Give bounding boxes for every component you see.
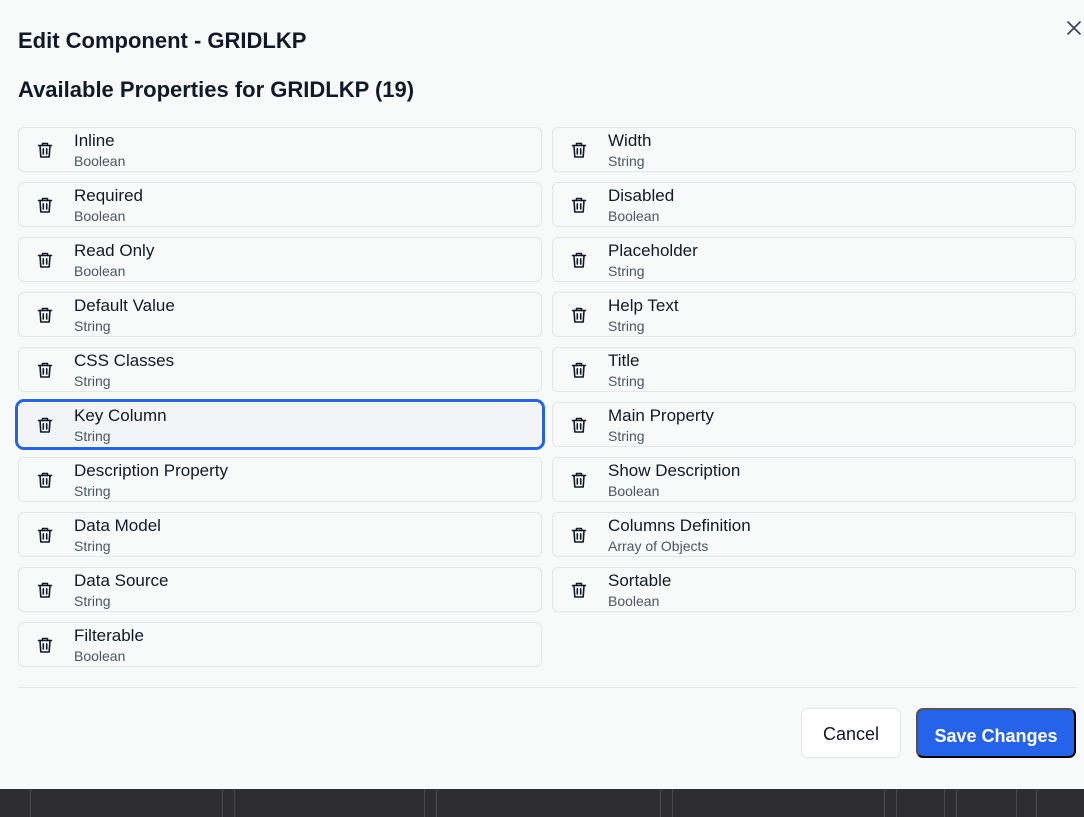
property-type: String — [608, 428, 645, 444]
property-name: Data Source — [74, 571, 169, 590]
property-name: Width — [608, 131, 652, 150]
property-card[interactable]: Filterable Boolean — [18, 622, 542, 667]
background-grid-line — [436, 789, 437, 817]
property-name: Title — [608, 351, 640, 370]
properties-grid: Inline Boolean Width String Required Boolean D… — [18, 127, 1076, 667]
background-grid-line — [234, 789, 235, 817]
property-name: Description Property — [74, 461, 229, 480]
trash-icon[interactable] — [569, 525, 589, 545]
property-card[interactable]: Description Property String — [18, 457, 542, 502]
property-name: Placeholder — [608, 241, 698, 260]
property-card[interactable]: Sortable Boolean — [552, 567, 1076, 612]
property-card[interactable]: CSS Classes String — [18, 347, 542, 392]
property-type: Boolean — [74, 263, 126, 279]
property-name: Filterable — [74, 626, 144, 645]
property-name: Data Model — [74, 516, 161, 535]
trash-icon[interactable] — [35, 415, 55, 435]
properties-heading: Available Properties for GRIDLKP (19) — [18, 77, 415, 102]
property-name: Disabled — [608, 186, 675, 205]
property-name: Help Text — [608, 296, 679, 315]
background-grid-line — [956, 789, 957, 817]
property-name: Key Column — [74, 406, 167, 425]
property-type: String — [608, 153, 645, 169]
trash-icon[interactable] — [35, 580, 55, 600]
trash-icon[interactable] — [35, 525, 55, 545]
background-grid-line — [30, 789, 31, 817]
property-card[interactable]: Main Property String — [552, 402, 1076, 447]
edit-component-dialog: Edit Component - GRIDLKP Available Prope… — [0, 0, 1084, 789]
footer-divider — [18, 687, 1076, 688]
property-card[interactable]: Data Source String — [18, 567, 542, 612]
property-type: String — [74, 318, 111, 334]
background-grid-line — [884, 789, 885, 817]
trash-icon[interactable] — [569, 360, 589, 380]
background-page — [0, 789, 1084, 817]
trash-icon[interactable] — [35, 195, 55, 215]
property-card[interactable]: Help Text String — [552, 292, 1076, 337]
trash-icon[interactable] — [35, 470, 55, 490]
property-name: Read Only — [74, 241, 155, 260]
property-card[interactable]: Title String — [552, 347, 1076, 392]
property-type: String — [74, 538, 111, 554]
property-card[interactable]: Disabled Boolean — [552, 182, 1076, 227]
trash-icon[interactable] — [569, 195, 589, 215]
trash-icon[interactable] — [569, 580, 589, 600]
trash-icon[interactable] — [569, 470, 589, 490]
background-grid-line — [424, 789, 425, 817]
property-type: String — [608, 263, 645, 279]
property-card[interactable]: Inline Boolean — [18, 127, 542, 172]
property-type: String — [74, 373, 111, 389]
background-grid-line — [222, 789, 223, 817]
property-type: Boolean — [74, 153, 126, 169]
cancel-button[interactable]: Cancel — [801, 708, 901, 758]
trash-icon[interactable] — [35, 360, 55, 380]
property-type: Boolean — [608, 483, 660, 499]
trash-icon[interactable] — [35, 140, 55, 160]
property-card[interactable]: Default Value String — [18, 292, 542, 337]
property-type: Array of Objects — [608, 538, 709, 554]
close-icon — [1067, 21, 1081, 35]
property-name: Default Value — [74, 296, 175, 315]
background-grid-line — [660, 789, 661, 817]
property-type: Boolean — [608, 593, 660, 609]
background-grid-line — [896, 789, 897, 817]
property-type: String — [608, 318, 645, 334]
trash-icon[interactable] — [569, 250, 589, 270]
trash-icon[interactable] — [569, 140, 589, 160]
property-type: Boolean — [74, 648, 126, 664]
trash-icon[interactable] — [569, 415, 589, 435]
property-name: Columns Definition — [608, 516, 751, 535]
dialog-title: Edit Component - GRIDLKP — [18, 28, 307, 53]
property-name: Main Property — [608, 406, 714, 425]
property-type: String — [74, 483, 111, 499]
property-type: Boolean — [608, 208, 660, 224]
property-name: Show Description — [608, 461, 741, 480]
property-card[interactable]: Columns Definition Array of Objects — [552, 512, 1076, 557]
property-name: Required — [74, 186, 143, 205]
property-name: CSS Classes — [74, 351, 175, 370]
property-name: Sortable — [608, 571, 672, 590]
trash-icon[interactable] — [35, 635, 55, 655]
background-grid-line — [1016, 789, 1017, 817]
close-button[interactable] — [1062, 16, 1084, 40]
property-type: String — [74, 428, 111, 444]
property-card[interactable]: Read Only Boolean — [18, 237, 542, 282]
property-card[interactable]: Key Column String — [18, 402, 542, 447]
save-changes-button[interactable]: Save Changes — [916, 708, 1076, 758]
property-type: String — [74, 593, 111, 609]
background-grid-line — [944, 789, 945, 817]
property-card[interactable]: Show Description Boolean — [552, 457, 1076, 502]
background-grid-line — [672, 789, 673, 817]
background-grid-line — [1036, 789, 1037, 817]
property-card[interactable]: Placeholder String — [552, 237, 1076, 282]
property-card[interactable]: Required Boolean — [18, 182, 542, 227]
trash-icon[interactable] — [569, 305, 589, 325]
property-card[interactable]: Data Model String — [18, 512, 542, 557]
property-type: Boolean — [74, 208, 126, 224]
trash-icon[interactable] — [35, 250, 55, 270]
property-type: String — [608, 373, 645, 389]
property-name: Inline — [74, 131, 115, 150]
property-card[interactable]: Width String — [552, 127, 1076, 172]
trash-icon[interactable] — [35, 305, 55, 325]
